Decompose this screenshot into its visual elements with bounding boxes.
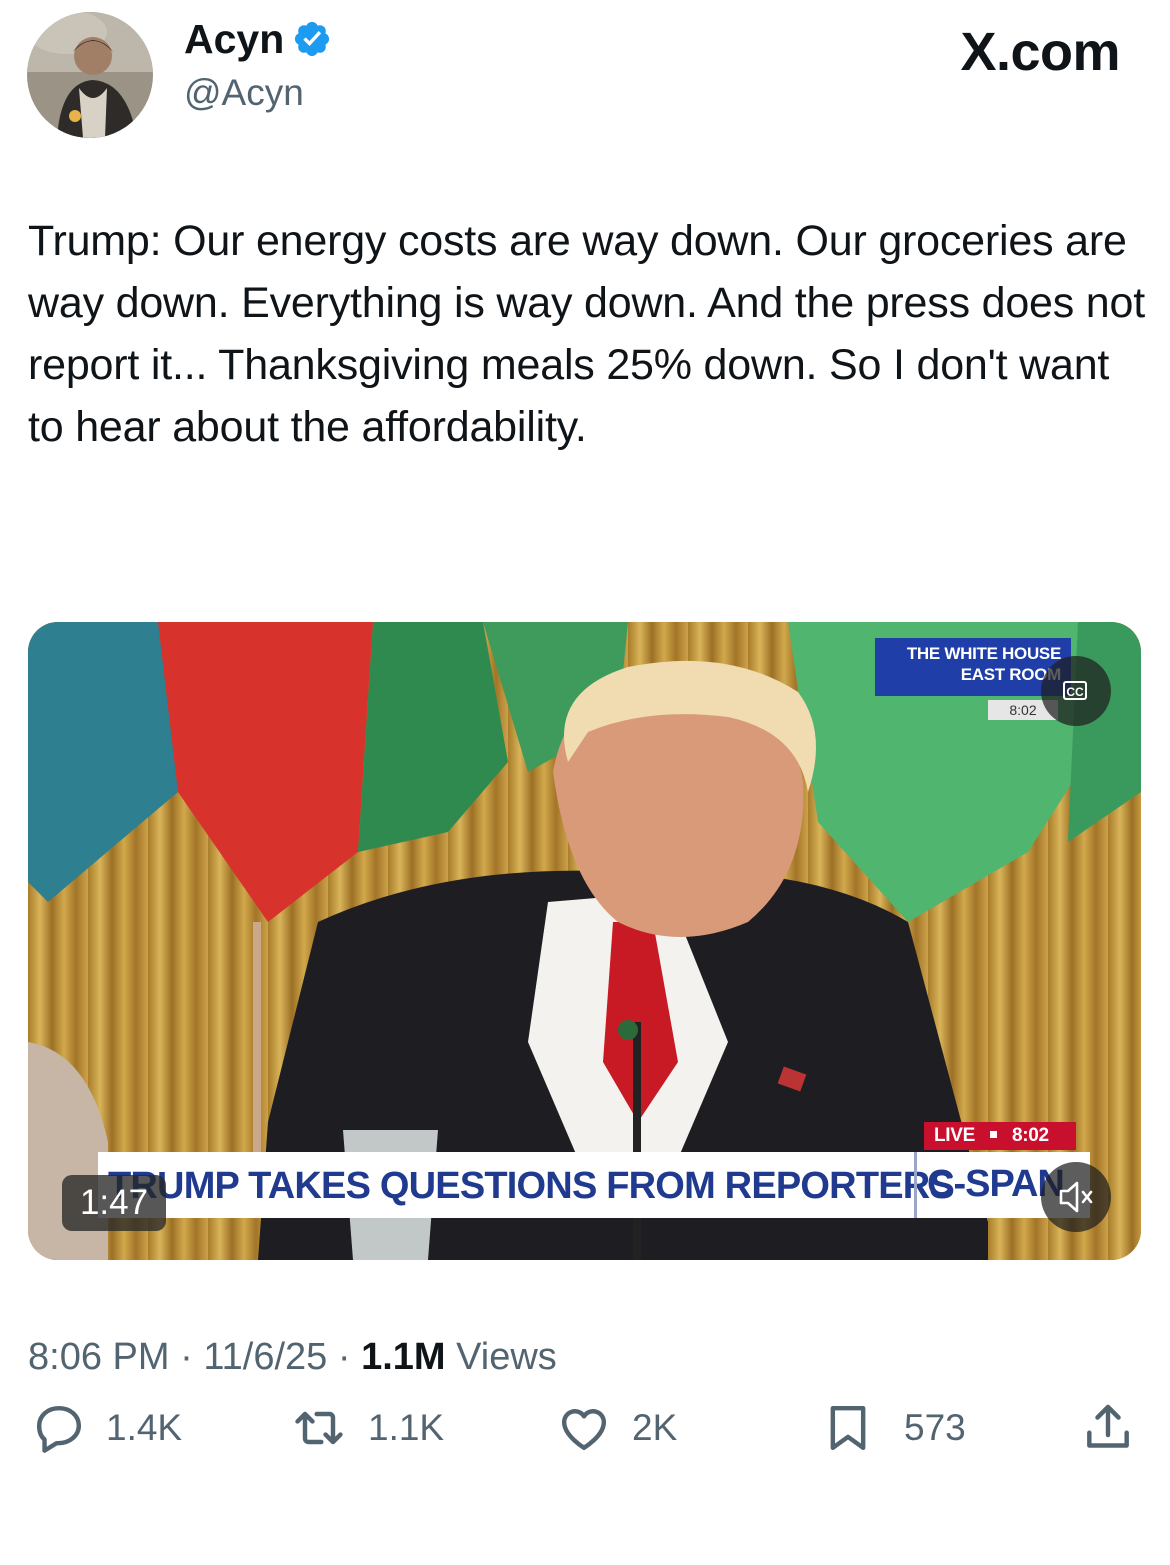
share-icon — [1087, 1404, 1129, 1448]
speaker-muted-icon — [1059, 1181, 1093, 1213]
repost-icon — [295, 1411, 343, 1445]
location-line-1: THE WHITE HOUSE — [906, 644, 1061, 663]
reply-button[interactable]: 1.4K — [28, 1398, 182, 1458]
live-label: LIVE — [934, 1125, 976, 1146]
location-line-2: EAST ROOM — [960, 665, 1062, 684]
mute-button[interactable] — [1041, 1162, 1111, 1232]
headline-chyron: TRUMP TAKES QUESTIONS FROM REPORTERS — [108, 1165, 955, 1207]
repost-button[interactable]: 1.1K — [286, 1398, 444, 1458]
closed-captions-button[interactable]: CC — [1041, 656, 1111, 726]
views-label: Views — [456, 1336, 557, 1378]
bookmark-button[interactable]: 573 — [820, 1398, 966, 1458]
tweet-time[interactable]: 8:06 PM — [28, 1336, 170, 1378]
live-time: 8:02 — [1012, 1125, 1049, 1146]
reply-count: 1.4K — [106, 1407, 183, 1448]
closed-captions-icon: CC — [1063, 681, 1087, 700]
video-duration: 1:47 — [62, 1175, 166, 1231]
avatar[interactable] — [27, 12, 153, 138]
bookmark-count: 573 — [904, 1407, 966, 1448]
tweet-meta: 8:06 PM · 11/6/25 · 1.1M Views — [28, 1332, 557, 1382]
views-count: 1.1M — [361, 1336, 446, 1378]
reply-icon — [36, 1405, 82, 1453]
live-tag: LIVE 8:02 — [924, 1122, 1076, 1150]
brand-logo: X.com — [960, 22, 1120, 82]
user-handle[interactable]: @Acyn — [184, 70, 304, 116]
display-name-text: Acyn — [184, 16, 285, 62]
tweet-text: Trump: Our energy costs are way down. Ou… — [28, 217, 1145, 451]
bookmark-icon — [830, 1405, 866, 1451]
verified-badge-icon — [292, 19, 332, 59]
like-count: 2K — [632, 1407, 678, 1448]
repost-count: 1.1K — [368, 1407, 445, 1448]
video-player[interactable]: THE WHITE HOUSE EAST ROOM 8:02 CC LIVE 8… — [28, 622, 1141, 1260]
meta-separator: · — [337, 1336, 351, 1378]
live-dot-icon — [990, 1130, 998, 1138]
tweet-date[interactable]: 11/6/25 — [203, 1336, 327, 1378]
display-name[interactable]: Acyn — [184, 14, 332, 64]
share-button[interactable] — [1080, 1398, 1136, 1458]
meta-separator: · — [180, 1336, 193, 1378]
heart-icon — [561, 1409, 607, 1451]
like-button[interactable]: 2K — [552, 1398, 677, 1458]
